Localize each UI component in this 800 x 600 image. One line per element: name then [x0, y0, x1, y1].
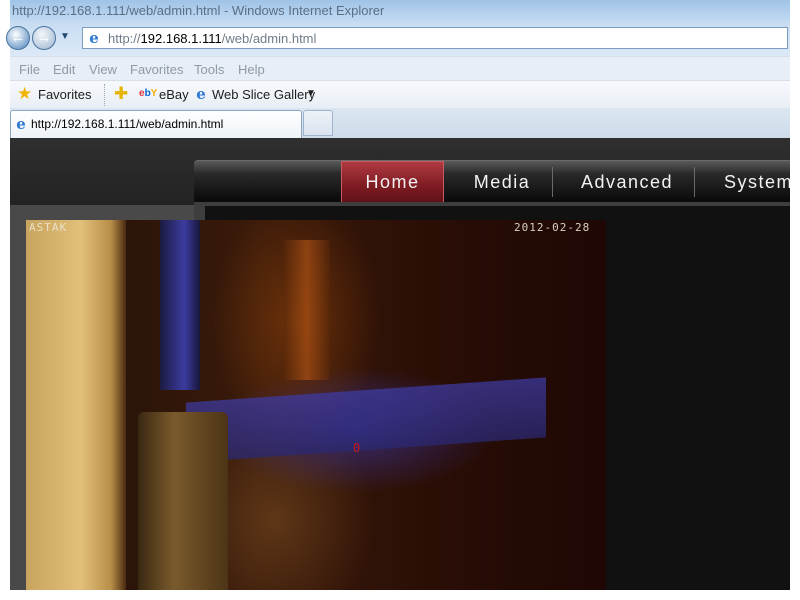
address-host: 192.168.1.111 — [140, 31, 222, 46]
new-tab-button[interactable] — [303, 110, 333, 136]
camera-live-view[interactable]: ASTAK 2012-02-28 0 — [26, 220, 606, 590]
webslice-page-icon: e — [196, 85, 206, 103]
favorites-separator — [104, 84, 105, 106]
menu-edit[interactable]: Edit — [53, 62, 75, 77]
favorites-bar: ★ Favorites ✚ ebY eBay e Web Slice Galle… — [10, 80, 790, 109]
main-nav: Home Media Advanced System — [194, 160, 790, 203]
back-button[interactable]: ← — [6, 26, 30, 50]
window-title: http://192.168.1.111/web/admin.html - Wi… — [12, 3, 385, 18]
menu-bar: File Edit View Favorites Tools Help — [10, 56, 790, 81]
menu-tools[interactable]: Tools — [194, 62, 224, 77]
camera-scene-object — [138, 412, 228, 590]
tab-label: http://192.168.1.111/web/admin.html — [31, 117, 224, 131]
webslice-gallery-link[interactable]: Web Slice Gallery — [212, 87, 315, 102]
recent-pages-dropdown-icon[interactable]: ▼ — [60, 31, 70, 42]
forward-arrow-icon: → — [36, 29, 52, 46]
tab-ie-icon: e — [16, 115, 26, 133]
tab-strip: e http://192.168.1.111/web/admin.html — [10, 108, 790, 138]
menu-view[interactable]: View — [89, 62, 117, 77]
window-titlebar: http://192.168.1.111/web/admin.html - Wi… — [10, 0, 790, 22]
window-right-edge — [790, 0, 800, 600]
favorites-button[interactable]: Favorites — [38, 87, 91, 102]
address-path: /web/admin.html — [221, 31, 317, 46]
camera-scene-doorframe — [160, 220, 200, 390]
favorites-star-icon: ★ — [17, 84, 33, 103]
window-left-edge — [0, 0, 10, 600]
camera-scene-pillar — [284, 240, 330, 380]
address-url[interactable]: http://192.168.1.111/web/admin.html — [108, 31, 316, 46]
camera-osd-name: ASTAK — [29, 221, 68, 234]
forward-button[interactable]: → — [32, 26, 56, 50]
nav-separator — [552, 167, 553, 197]
window-bottom-edge — [0, 590, 800, 600]
address-bar[interactable]: e http://192.168.1.111/web/admin.html — [82, 27, 788, 49]
camera-osd-date: 2012-02-28 — [514, 221, 591, 234]
nav-separator — [694, 167, 695, 197]
add-favorite-icon[interactable]: ✚ — [114, 84, 128, 104]
nav-system[interactable]: System — [706, 161, 790, 203]
webslice-dropdown-icon[interactable]: ▼ — [306, 88, 316, 99]
nav-home[interactable]: Home — [341, 161, 444, 203]
nav-media[interactable]: Media — [454, 161, 550, 203]
back-arrow-icon: ← — [10, 29, 26, 46]
ie-page-icon: e — [89, 29, 99, 47]
camera-scene-desk — [186, 377, 546, 463]
nav-advanced[interactable]: Advanced — [564, 161, 690, 203]
ebay-logo-icon: ebY — [139, 88, 158, 99]
tab-admin-page[interactable]: e http://192.168.1.111/web/admin.html — [10, 110, 302, 138]
menu-file[interactable]: File — [19, 62, 40, 77]
camera-center-marker: 0 — [353, 441, 361, 455]
address-prefix: http:// — [108, 31, 141, 46]
menu-help[interactable]: Help — [238, 62, 265, 77]
ebay-link[interactable]: eBay — [159, 87, 189, 102]
web-page: 0 Home Media Advanced System ASTAK 2012-… — [10, 138, 790, 590]
menu-favorites[interactable]: Favorites — [130, 62, 183, 77]
address-row: ← → ▼ e http://192.168.1.111/web/admin.h… — [6, 22, 790, 56]
camera-scene-wall — [26, 220, 126, 590]
